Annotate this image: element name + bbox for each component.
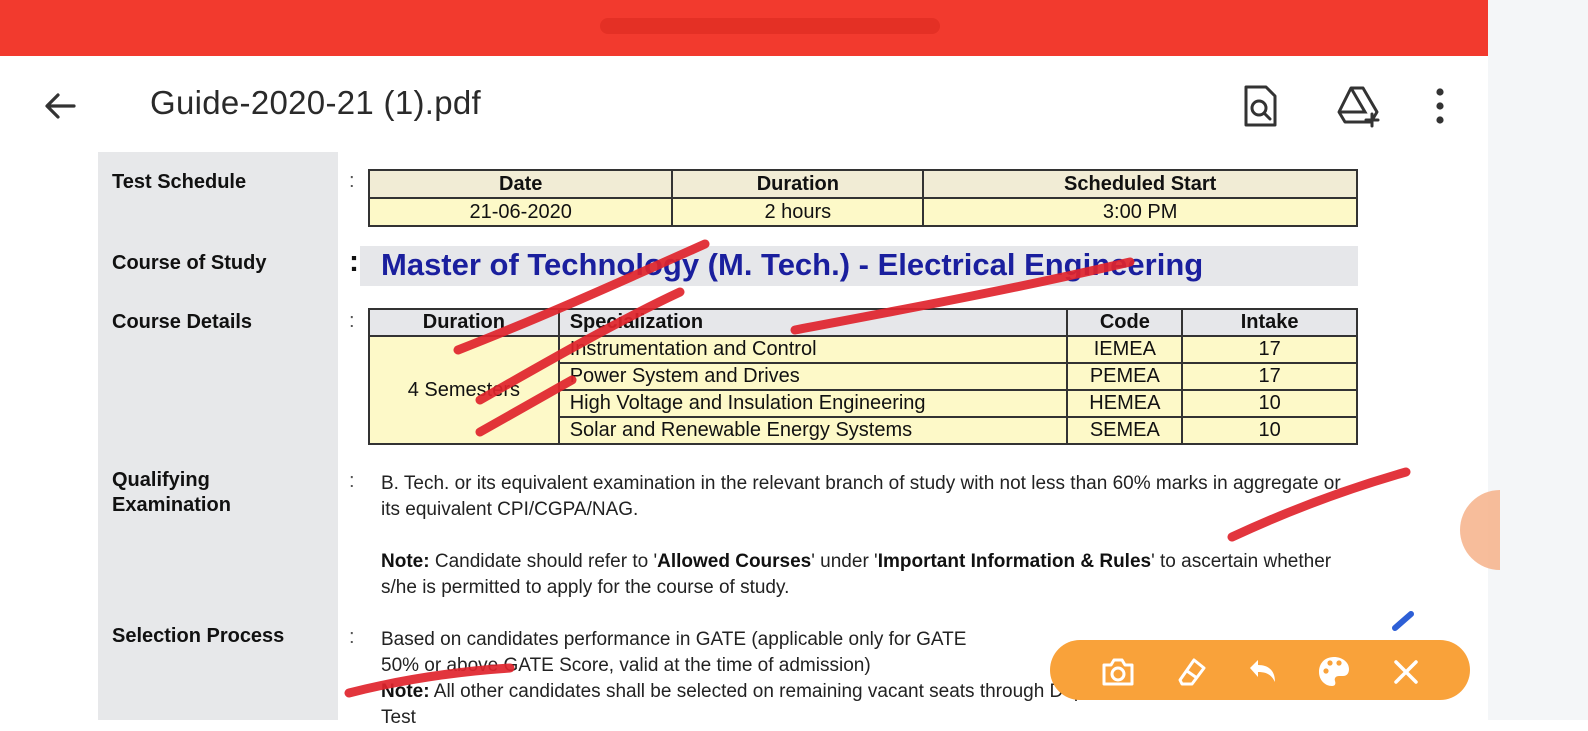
intake-cell: 10	[1181, 416, 1358, 445]
note-label: Note:	[381, 681, 430, 702]
table-row: 21-06-2020 2 hours 3:00 PM	[367, 197, 1358, 227]
duration-cell: 2 hours	[671, 197, 925, 227]
separator: :	[349, 170, 355, 192]
status-bar-blurred-text	[600, 18, 940, 34]
separator: :	[349, 626, 355, 648]
duration-cell: 4 Semesters	[368, 335, 560, 445]
specialization-cell: High Voltage and Insulation Engineering	[557, 389, 1069, 418]
start-cell: 3:00 PM	[922, 197, 1358, 227]
more-vertical-icon[interactable]	[1434, 86, 1446, 126]
note-text: Candidate should refer to '	[429, 551, 658, 572]
label-qualifying-examination: Qualifying Examination	[112, 468, 231, 518]
note-text: ' under '	[811, 551, 878, 572]
note-bold: Important Information & Rules	[877, 551, 1152, 572]
camera-icon[interactable]	[1098, 652, 1138, 692]
specialization-cell: Instrumentation and Control	[557, 335, 1069, 364]
find-in-page-icon[interactable]	[1240, 84, 1280, 128]
eraser-icon[interactable]	[1170, 652, 1210, 692]
floating-button-edge[interactable]	[1460, 490, 1500, 570]
code-cell: IEMEA	[1066, 335, 1184, 364]
status-bar	[0, 0, 1488, 56]
document-title: Guide-2020-21 (1).pdf	[150, 84, 481, 121]
test-schedule-table: Date Duration Scheduled Start 21-06-2020…	[367, 169, 1358, 227]
note-label: Note:	[381, 551, 430, 572]
code-cell: SEMEA	[1066, 416, 1184, 445]
label-course-details: Course Details	[112, 311, 253, 333]
course-title: Master of Technology (M. Tech.) - Electr…	[381, 247, 1204, 282]
column-header-specialization: Specialization	[557, 308, 1069, 337]
specialization-cell: Solar and Renewable Energy Systems	[557, 416, 1069, 445]
code-cell: PEMEA	[1066, 362, 1184, 391]
label-line: Qualifying	[112, 469, 210, 491]
label-test-schedule: Test Schedule	[112, 171, 247, 193]
note-bold: Allowed Courses	[657, 551, 812, 572]
intake-cell: 17	[1181, 335, 1358, 364]
add-to-drive-icon[interactable]	[1336, 84, 1382, 128]
course-details-table: Duration Specialization Code Intake 4 Se…	[368, 308, 1358, 445]
column-header-duration: Duration	[368, 308, 560, 337]
column-header-scheduled-start: Scheduled Start	[922, 169, 1358, 199]
column-header-intake: Intake	[1181, 308, 1358, 337]
intake-cell: 17	[1181, 362, 1358, 391]
qualifying-note: Note: Candidate should refer to 'Allowed…	[381, 549, 1351, 601]
palette-icon[interactable]	[1314, 652, 1354, 692]
back-arrow-icon[interactable]	[40, 86, 80, 126]
column-header-duration: Duration	[671, 169, 925, 199]
label-line: Examination	[112, 494, 231, 516]
separator: :	[349, 245, 359, 278]
label-course-of-study: Course of Study	[112, 252, 267, 274]
qualifying-text: B. Tech. or its equivalent examination i…	[381, 473, 1341, 520]
table-header-row: Duration Specialization Code Intake	[368, 308, 1358, 337]
undo-icon[interactable]	[1242, 652, 1282, 692]
selection-line: Test	[381, 707, 416, 728]
label-selection-process: Selection Process	[112, 625, 285, 647]
separator: :	[349, 470, 355, 492]
intake-cell: 10	[1181, 389, 1358, 418]
column-header-date: Date	[367, 169, 674, 199]
close-icon[interactable]	[1386, 652, 1426, 692]
table-row: 4 Semesters Instrumentation and Control …	[368, 335, 1358, 445]
side-gutter	[1488, 0, 1588, 720]
specialization-cell: Power System and Drives	[557, 362, 1069, 391]
table-header-row: Date Duration Scheduled Start	[367, 169, 1358, 199]
separator: :	[349, 310, 355, 332]
date-cell: 21-06-2020	[367, 197, 674, 227]
code-cell: HEMEA	[1066, 389, 1184, 418]
column-header-code: Code	[1066, 308, 1184, 337]
